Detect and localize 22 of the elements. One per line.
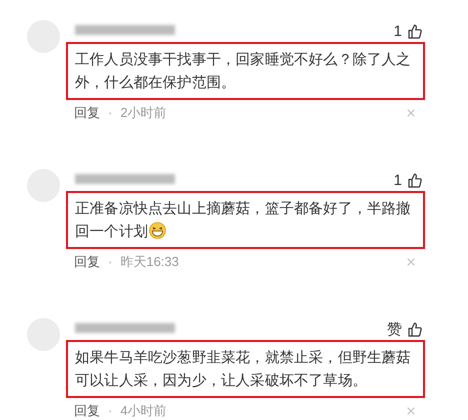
comment-text: 工作人员没事干找事干，回家睡觉不好么？除了人之外，什么都在保护范围。 xyxy=(66,42,425,100)
separator-dot: · xyxy=(108,254,112,270)
close-icon[interactable] xyxy=(405,256,417,268)
reply-link[interactable]: 回复 xyxy=(74,403,100,419)
timestamp: 2小时前 xyxy=(120,105,167,121)
comment-text: 正准备凉快点去山上摘蘑菇，篮子都备好了，半路撤回一个计划 xyxy=(66,191,425,249)
close-icon[interactable] xyxy=(405,405,417,417)
like-count: 1 xyxy=(394,173,402,188)
like-count: 1 xyxy=(394,24,402,39)
grinning-emoji-icon xyxy=(149,222,166,239)
reply-link[interactable]: 回复 xyxy=(74,254,100,270)
timestamp: 4小时前 xyxy=(120,403,167,419)
like-count: 赞 xyxy=(387,322,402,337)
separator-dot: · xyxy=(108,105,112,121)
thumbs-up-icon[interactable] xyxy=(408,24,422,39)
comment-text: 如果牛马羊吃沙葱野韭菜花，就禁止采，但野生蘑菇可以让人采，因为少，让人采破坏不了草场。 xyxy=(66,340,425,398)
separator-dot: · xyxy=(108,403,112,419)
reply-link[interactable]: 回复 xyxy=(74,105,100,121)
thumbs-up-icon[interactable] xyxy=(408,322,422,337)
close-icon[interactable] xyxy=(405,107,417,119)
thumbs-up-icon[interactable] xyxy=(408,173,422,188)
timestamp: 昨天16:33 xyxy=(120,254,179,270)
